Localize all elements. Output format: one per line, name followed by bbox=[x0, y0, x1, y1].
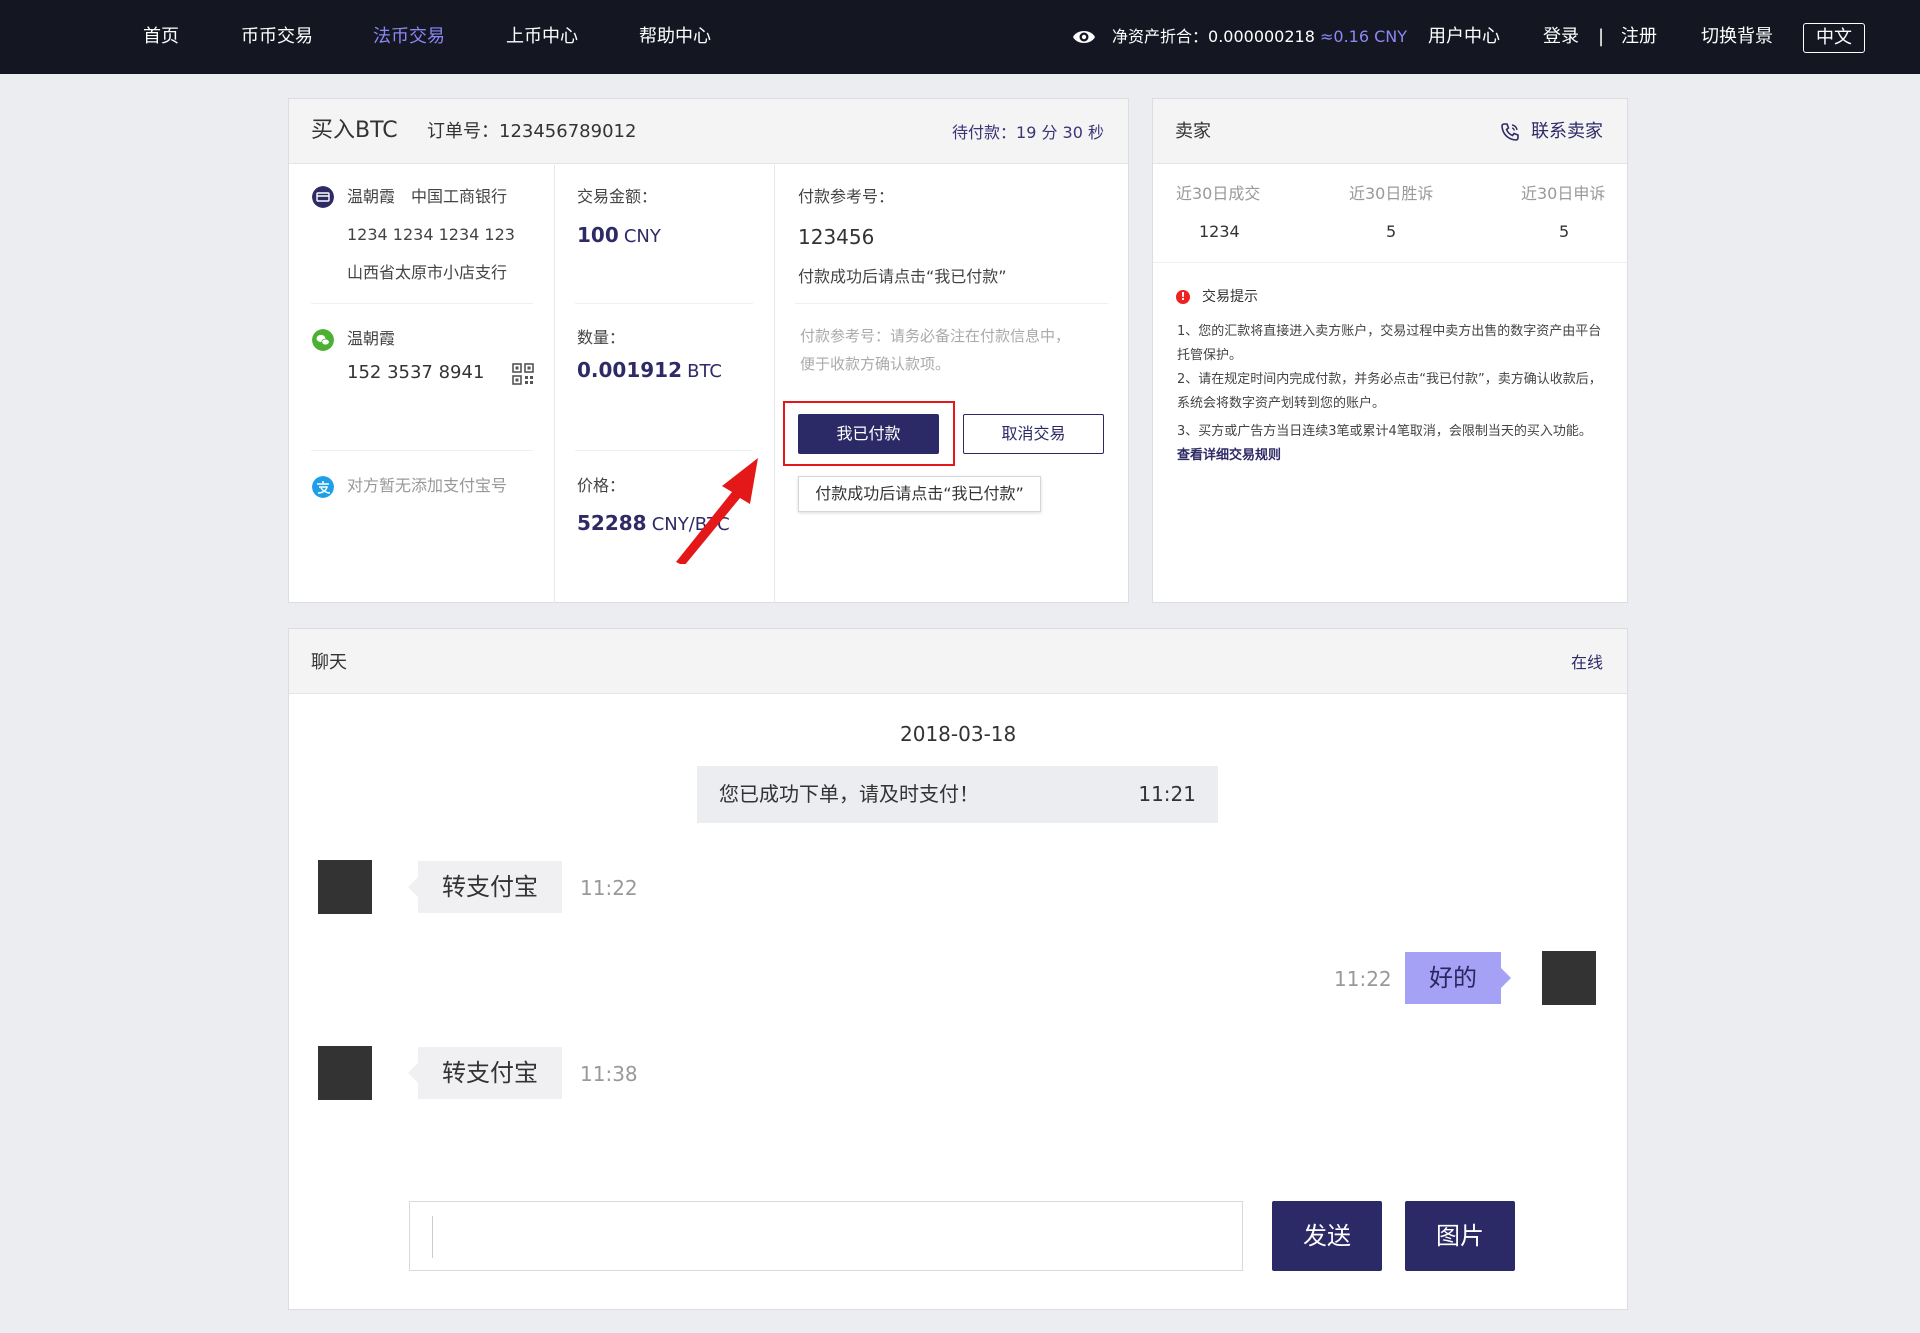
amount-value: 100 CNY bbox=[577, 224, 661, 248]
stat-label-deals: 近30日成交 bbox=[1176, 184, 1261, 203]
row-divider bbox=[575, 450, 753, 451]
nav-home[interactable]: 首页 bbox=[143, 24, 179, 50]
column-divider bbox=[774, 165, 775, 603]
price-number: 52288 bbox=[577, 511, 647, 535]
system-message: 您已成功下单，请及时支付！ 11:21 bbox=[697, 766, 1218, 823]
chat-title: 聊天 bbox=[311, 652, 347, 673]
wechat-holder-name: 温朝霞 bbox=[347, 329, 396, 348]
quantity-unit: BTC bbox=[687, 361, 722, 382]
stats-divider bbox=[1153, 262, 1627, 263]
reference-note-line1: 付款参考号：请务必备注在付款信息中， bbox=[800, 327, 1071, 345]
pointer-arrow-icon bbox=[676, 458, 758, 564]
wechat-phone: 152 3537 8941 bbox=[347, 362, 485, 383]
chat-input[interactable] bbox=[409, 1201, 1243, 1271]
avatar bbox=[1542, 951, 1596, 1005]
order-header: 买入BTC 订单号：123456789012 待付款：19 分 30 秒 bbox=[289, 99, 1128, 164]
nav-help-center[interactable]: 帮助中心 bbox=[639, 24, 711, 50]
avatar bbox=[318, 1046, 372, 1100]
chat-message-time: 11:22 bbox=[580, 876, 638, 900]
avatar bbox=[318, 860, 372, 914]
net-asset-label: 净资产折合： bbox=[1112, 27, 1209, 46]
contact-seller-link[interactable]: 联系卖家 bbox=[1531, 119, 1603, 145]
stat-label-appeals: 近30日申诉 bbox=[1521, 184, 1606, 203]
language-selector[interactable]: 中文 bbox=[1803, 23, 1865, 53]
bank-name: 中国工商银行 bbox=[411, 187, 508, 206]
chat-message: 转支付宝 bbox=[408, 861, 562, 913]
reference-label: 付款参考号： bbox=[798, 187, 895, 206]
reference-note-line2: 便于收款方确认款项。 bbox=[800, 355, 951, 373]
nav-login[interactable]: 登录 bbox=[1543, 24, 1579, 50]
highlight-box bbox=[783, 401, 955, 466]
row-divider bbox=[311, 303, 533, 304]
amount-number: 100 bbox=[577, 223, 619, 247]
bank-branch: 山西省太原市小店支行 bbox=[347, 263, 508, 282]
net-asset: 净资产折合：0.000000218 ≈0.16 CNY bbox=[1112, 25, 1407, 49]
system-message-text: 您已成功下单，请及时支付！ bbox=[719, 782, 979, 806]
order-number: 订单号：123456789012 bbox=[427, 121, 637, 142]
send-button[interactable]: 发送 bbox=[1272, 1201, 1382, 1271]
quantity-value: 0.001912 BTC bbox=[577, 359, 722, 383]
trade-tips-title: 交易提示 bbox=[1202, 289, 1258, 305]
quantity-number: 0.001912 bbox=[577, 358, 683, 382]
top-navbar: 首页 币币交易 法币交易 上币中心 帮助中心 净资产折合：0.000000218… bbox=[0, 0, 1920, 74]
stat-value-appeals: 5 bbox=[1559, 222, 1570, 241]
nav-fiat-trade[interactable]: 法币交易 bbox=[373, 24, 445, 50]
nav-switch-background[interactable]: 切换背景 bbox=[1701, 24, 1773, 50]
alipay-icon bbox=[312, 476, 334, 498]
column-divider bbox=[554, 165, 555, 603]
alipay-unavailable-note: 对方暂无添加支付宝号 bbox=[347, 476, 508, 495]
nav-user-center[interactable]: 用户中心 bbox=[1428, 24, 1500, 50]
reference-hint: 付款成功后请点击“我已付款” bbox=[798, 267, 1007, 286]
bank-account-number: 1234 1234 1234 123 bbox=[347, 225, 515, 244]
trade-tip-2: 2、请在规定时间内完成付款，并务必点击“我已付款”，卖方确认收款后，系统会将数字… bbox=[1177, 372, 1602, 411]
stat-label-wins: 近30日胜诉 bbox=[1349, 184, 1434, 203]
phone-icon[interactable] bbox=[1500, 122, 1520, 142]
price-label: 价格： bbox=[577, 476, 626, 495]
online-status: 在线 bbox=[1570, 653, 1603, 672]
eye-icon[interactable] bbox=[1072, 27, 1096, 47]
row-divider bbox=[311, 450, 533, 451]
bank-holder-name: 温朝霞 bbox=[347, 187, 396, 206]
row-divider bbox=[575, 303, 753, 304]
bank-card-icon bbox=[312, 186, 334, 208]
trade-tip-1: 1、您的汇款将直接进入卖方账户，交易过程中卖方出售的数字资产由平台托管保护。 bbox=[1177, 324, 1602, 363]
alert-icon: ! bbox=[1176, 290, 1190, 304]
system-message-time: 11:21 bbox=[1138, 782, 1196, 806]
chat-message: 好的 bbox=[1405, 952, 1511, 1004]
amount-label: 交易金额： bbox=[577, 187, 658, 206]
order-title: 买入BTC bbox=[311, 118, 398, 143]
stat-value-deals: 1234 bbox=[1199, 222, 1240, 241]
seller-header: 卖家 联系卖家 bbox=[1153, 99, 1627, 164]
chat-header: 聊天 在线 bbox=[289, 629, 1627, 694]
payment-countdown: 待付款：19 分 30 秒 bbox=[952, 123, 1104, 142]
stat-value-wins: 5 bbox=[1386, 222, 1397, 241]
seller-title: 卖家 bbox=[1175, 121, 1211, 142]
trade-tip-3-text: 3、买方或广告方当日连续3笔或累计4笔取消，会限制当天的买入功能。 bbox=[1177, 424, 1592, 439]
nav-coin-trade[interactable]: 币币交易 bbox=[241, 24, 313, 50]
chat-date: 2018-03-18 bbox=[900, 722, 1017, 746]
paid-tooltip: 付款成功后请点击“我已付款” bbox=[798, 476, 1041, 512]
chat-message: 转支付宝 bbox=[408, 1047, 562, 1099]
nav-register[interactable]: 注册 bbox=[1621, 24, 1657, 50]
net-asset-value: 0.000000218 bbox=[1208, 27, 1315, 46]
text-caret bbox=[432, 1216, 433, 1258]
amount-unit: CNY bbox=[623, 226, 661, 247]
chat-message-time: 11:22 bbox=[1334, 967, 1392, 991]
quantity-label: 数量： bbox=[577, 328, 626, 347]
cancel-trade-button[interactable]: 取消交易 bbox=[963, 414, 1104, 454]
send-image-button[interactable]: 图片 bbox=[1405, 1201, 1515, 1271]
qrcode-icon[interactable] bbox=[512, 363, 534, 385]
chat-message-time: 11:38 bbox=[580, 1062, 638, 1086]
wechat-icon bbox=[312, 329, 334, 351]
reference-value: 123456 bbox=[798, 225, 875, 249]
row-divider bbox=[795, 303, 1108, 304]
trade-tip-3: 3、买方或广告方当日连续3笔或累计4笔取消，会限制当天的买入功能。 查看详细交易… bbox=[1177, 420, 1607, 468]
nav-separator: | bbox=[1598, 26, 1605, 47]
net-asset-cny: ≈0.16 CNY bbox=[1320, 27, 1408, 46]
nav-listing-center[interactable]: 上币中心 bbox=[506, 24, 578, 50]
trade-rules-link[interactable]: 查看详细交易规则 bbox=[1177, 448, 1281, 463]
